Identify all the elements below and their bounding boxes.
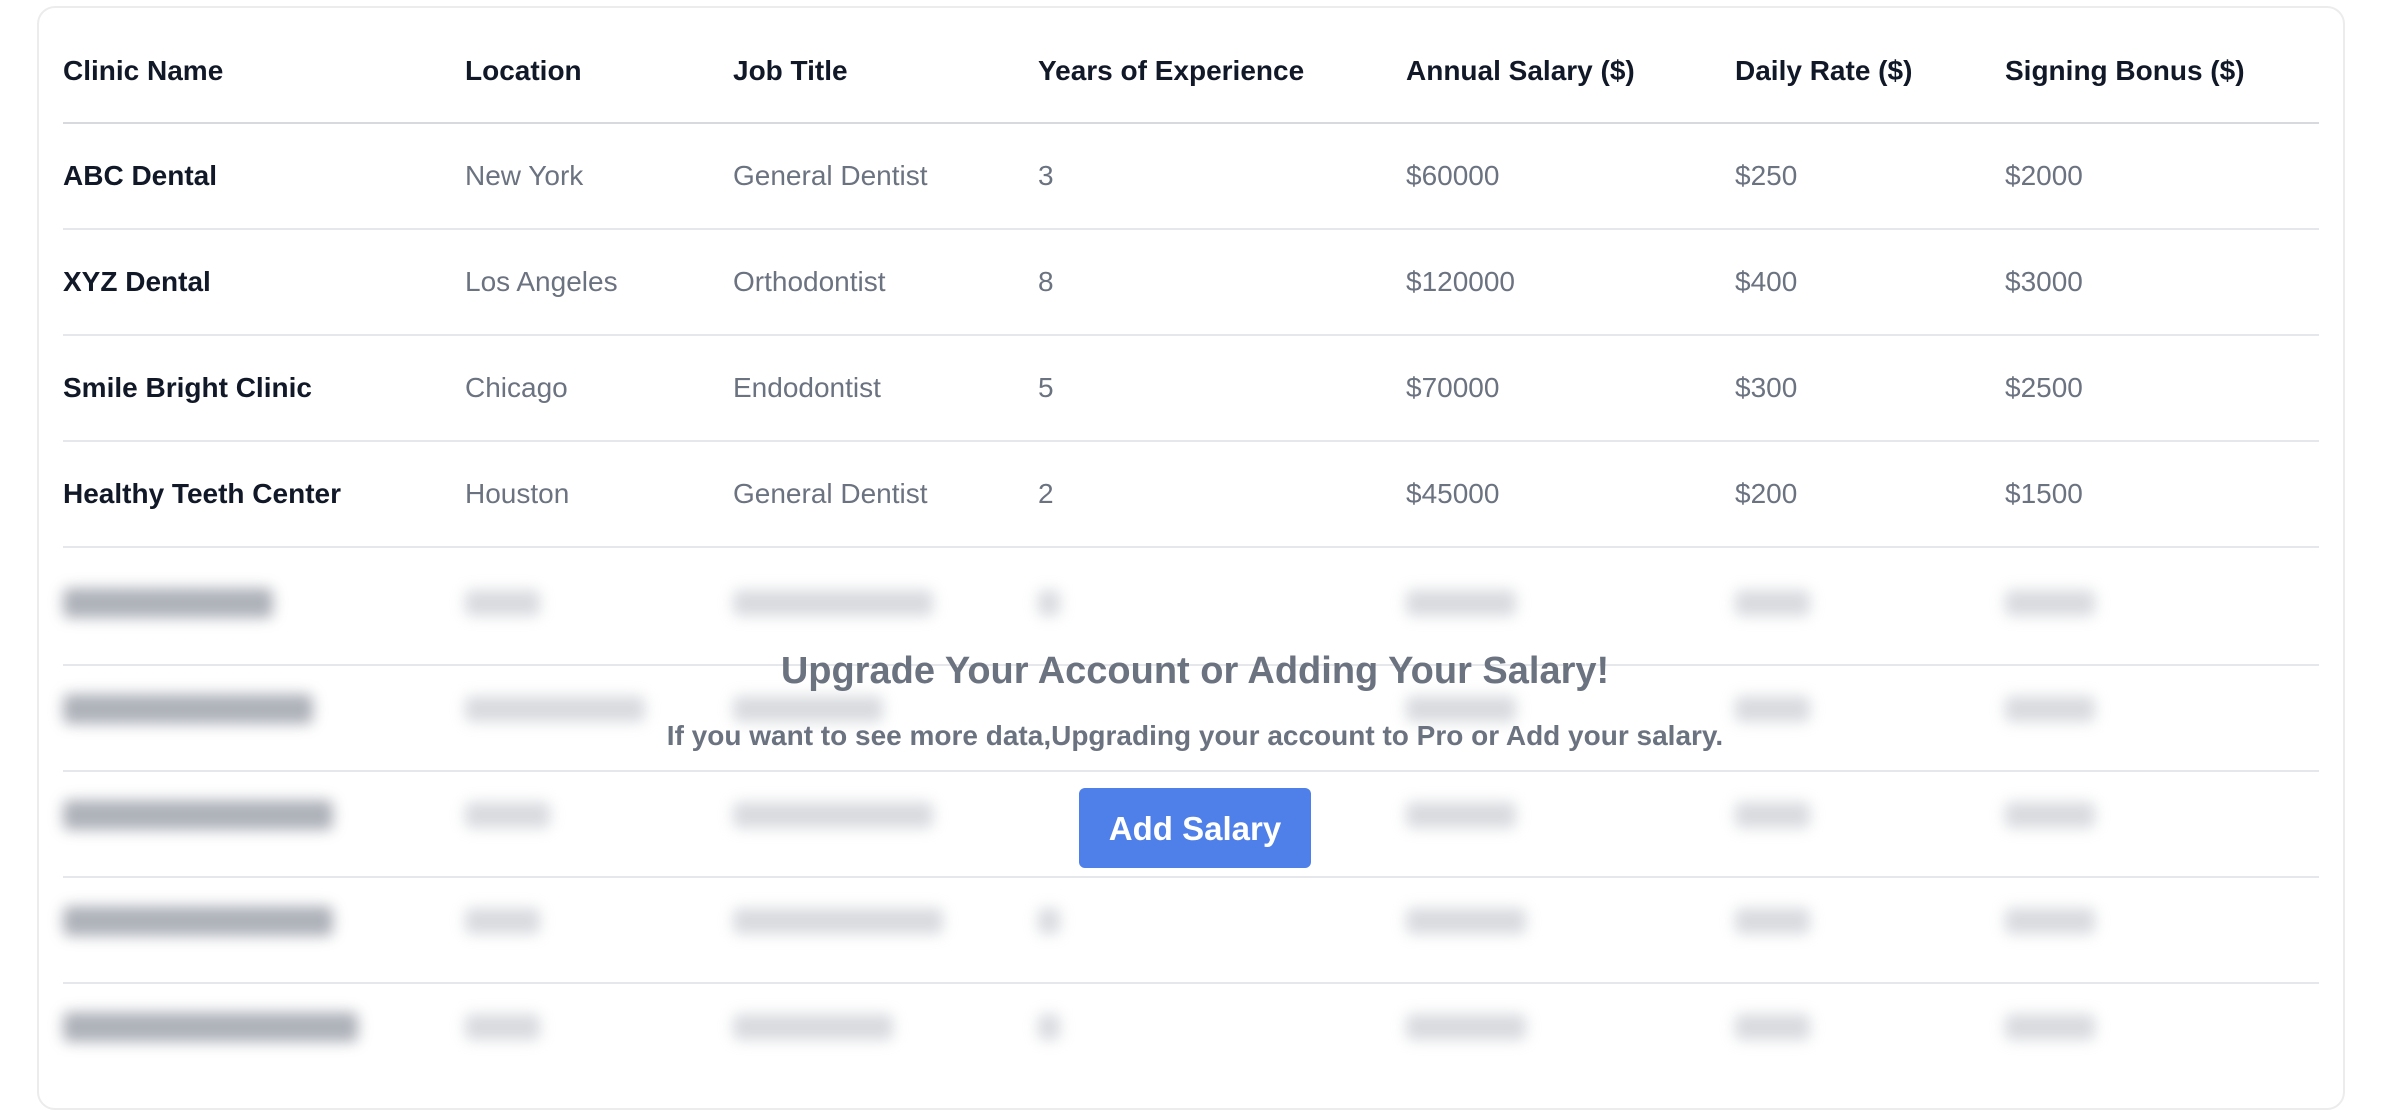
cell-job-title: General Dentist <box>733 441 1038 548</box>
cell-signing-bonus: $1500 <box>2005 441 2319 548</box>
cell-daily-rate: $300 <box>1735 335 2005 442</box>
add-salary-button[interactable]: Add Salary <box>1079 788 1311 868</box>
column-header-job-title: Job Title <box>733 20 1038 124</box>
column-header-signing-bonus: Signing Bonus ($) <box>2005 20 2319 124</box>
cell-location: New York <box>465 123 733 230</box>
cell-signing-bonus: $2000 <box>2005 123 2319 230</box>
cell-clinic-name: Healthy Teeth Center <box>63 441 465 548</box>
cell-clinic-name: Smile Bright Clinic <box>63 335 465 442</box>
cell-clinic-name: XYZ Dental <box>63 229 465 336</box>
cell-daily-rate: $250 <box>1735 123 2005 230</box>
table-row: Smile Bright Clinic Chicago Endodontist … <box>63 335 2319 442</box>
salary-table-card: Clinic Name Location Job Title Years of … <box>37 6 2345 1110</box>
table-row: Healthy Teeth Center Houston General Den… <box>63 441 2319 548</box>
cell-daily-rate: $200 <box>1735 441 2005 548</box>
cell-annual-salary: $120000 <box>1406 229 1735 336</box>
cell-clinic-name: ABC Dental <box>63 123 465 230</box>
cell-job-title: Endodontist <box>733 335 1038 442</box>
upgrade-title: Upgrade Your Account or Adding Your Sala… <box>780 650 1610 692</box>
cell-years-experience: 2 <box>1038 441 1406 548</box>
cell-annual-salary: $45000 <box>1406 441 1735 548</box>
cell-years-experience: 3 <box>1038 123 1406 230</box>
column-header-daily-rate: Daily Rate ($) <box>1735 20 2005 124</box>
column-header-clinic-name: Clinic Name <box>63 20 465 124</box>
cell-years-experience: 5 <box>1038 335 1406 442</box>
cell-job-title: Orthodontist <box>733 229 1038 336</box>
cell-location: Houston <box>465 441 733 548</box>
cell-years-experience: 8 <box>1038 229 1406 336</box>
upgrade-subtitle: If you want to see more data,Upgrading y… <box>666 720 1724 751</box>
cell-daily-rate: $400 <box>1735 229 2005 336</box>
column-header-annual-salary: Annual Salary ($) <box>1406 20 1735 124</box>
table-row: XYZ Dental Los Angeles Orthodontist 8 $1… <box>63 229 2319 336</box>
column-header-location: Location <box>465 20 733 124</box>
cell-signing-bonus: $3000 <box>2005 229 2319 336</box>
salary-table: Clinic Name Location Job Title Years of … <box>63 20 2319 548</box>
cell-annual-salary: $70000 <box>1406 335 1735 442</box>
cell-job-title: General Dentist <box>733 123 1038 230</box>
table-header-row: Clinic Name Location Job Title Years of … <box>63 20 2319 124</box>
cell-signing-bonus: $2500 <box>2005 335 2319 442</box>
cell-annual-salary: $60000 <box>1406 123 1735 230</box>
row-divider <box>63 876 2319 878</box>
table-row: ABC Dental New York General Dentist 3 $6… <box>63 123 2319 230</box>
upgrade-overlay: Upgrade Your Account or Adding Your Sala… <box>0 652 2390 868</box>
row-divider <box>63 982 2319 984</box>
cell-location: Los Angeles <box>465 229 733 336</box>
column-header-years-experience: Years of Experience <box>1038 20 1406 124</box>
cell-location: Chicago <box>465 335 733 442</box>
